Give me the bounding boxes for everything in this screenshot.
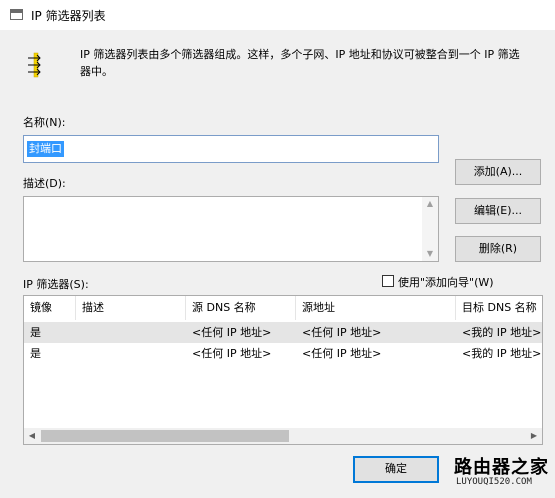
- window-title: IP 筛选器列表: [31, 9, 106, 23]
- scroll-thumb[interactable]: [41, 430, 289, 442]
- name-value: 封端口: [27, 141, 64, 157]
- scroll-down-icon[interactable]: ▼: [422, 247, 438, 261]
- cell-source-address: <任何 IP 地址>: [302, 347, 382, 360]
- name-input[interactable]: 封端口: [23, 135, 439, 163]
- description-textarea[interactable]: ▲ ▼: [23, 196, 439, 262]
- cell-mirror: 是: [30, 347, 41, 360]
- watermark-url: LUYOUQI520.COM: [456, 477, 532, 487]
- table-row[interactable]: 是 <任何 IP 地址> <任何 IP 地址> <我的 IP 地址>: [24, 322, 542, 343]
- filter-list[interactable]: 镜像 描述 源 DNS 名称 源地址 目标 DNS 名称 是 <任何 IP 地址…: [23, 295, 543, 445]
- scroll-up-icon[interactable]: ▲: [422, 197, 438, 211]
- ok-button[interactable]: 确定: [353, 456, 439, 483]
- column-header-dest-dns[interactable]: 目标 DNS 名称: [456, 296, 542, 320]
- wizard-checkbox[interactable]: [382, 275, 394, 287]
- cell-source-address: <任何 IP 地址>: [302, 326, 382, 339]
- cell-dest-dns: <我的 IP 地址>: [462, 347, 542, 360]
- name-label: 名称(N):: [23, 116, 66, 129]
- window-icon: [10, 9, 23, 20]
- watermark-title: 路由器之家: [454, 457, 549, 478]
- column-header-description[interactable]: 描述: [76, 296, 186, 320]
- scroll-left-icon[interactable]: ◀: [24, 428, 40, 444]
- edit-button[interactable]: 编辑(E)...: [455, 198, 541, 224]
- table-row[interactable]: 是 <任何 IP 地址> <任何 IP 地址> <我的 IP 地址>: [24, 343, 542, 364]
- description-label: 描述(D):: [23, 177, 66, 190]
- cell-source-dns: <任何 IP 地址>: [192, 347, 272, 360]
- filter-list-icon: [28, 52, 41, 78]
- column-header-source-address[interactable]: 源地址: [296, 296, 456, 320]
- horizontal-scrollbar[interactable]: ◀ ▶: [24, 428, 542, 444]
- column-header-source-dns[interactable]: 源 DNS 名称: [186, 296, 296, 320]
- cell-dest-dns: <我的 IP 地址>: [462, 326, 542, 339]
- add-button[interactable]: 添加(A)...: [455, 159, 541, 185]
- delete-button[interactable]: 删除(R): [455, 236, 541, 262]
- cell-source-dns: <任何 IP 地址>: [192, 326, 272, 339]
- column-header-mirror[interactable]: 镜像: [24, 296, 76, 320]
- intro-text: IP 筛选器列表由多个筛选器组成。这样，多个子网、IP 地址和协议可被整合到一个…: [80, 48, 520, 78]
- scroll-right-icon[interactable]: ▶: [526, 428, 542, 444]
- description-scrollbar[interactable]: ▲ ▼: [422, 197, 438, 261]
- filters-label: IP 筛选器(S):: [23, 278, 89, 291]
- cell-mirror: 是: [30, 326, 41, 339]
- wizard-label[interactable]: 使用"添加向导"(W): [398, 274, 494, 290]
